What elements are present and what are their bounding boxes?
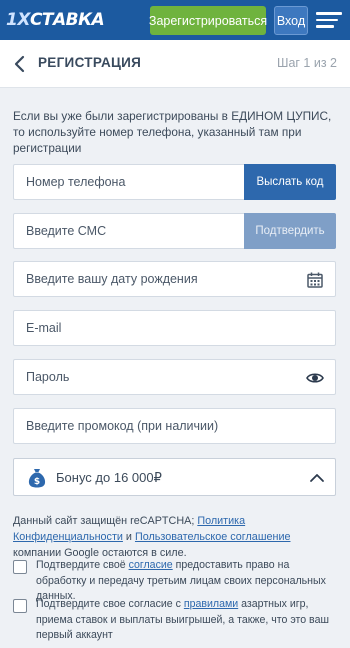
phone-field[interactable]: Номер телефона Выслать код [13, 164, 336, 200]
promo-placeholder: Введите промокод (при наличии) [26, 419, 219, 433]
captcha-text-and: и [122, 531, 135, 543]
show-password-eye-icon[interactable] [306, 369, 324, 387]
phone-placeholder: Номер телефона [26, 175, 126, 189]
consent1-text-before: Подтвердите своё [36, 559, 129, 571]
consent1-link[interactable]: согласие [129, 559, 173, 571]
promo-code-field[interactable]: Введите промокод (при наличии) [13, 408, 336, 444]
hamburger-menu-icon[interactable] [316, 12, 342, 28]
password-placeholder: Пароль [26, 370, 70, 384]
terms-link[interactable]: Пользовательское соглашение [135, 531, 291, 543]
calendar-icon[interactable] [306, 271, 324, 289]
register-button[interactable]: Зарегистрироваться [149, 6, 267, 35]
brand-logo[interactable]: 1X СТАВКА [6, 9, 105, 31]
chevron-up-icon[interactable] [309, 471, 325, 485]
consent2-text-before: Подтвердите свое согласие с [36, 598, 184, 610]
recaptcha-notice: Данный сайт защищён reCAPTCHA; Политика … [13, 513, 338, 561]
sms-field[interactable]: Введите СМС Подтвердить [13, 213, 336, 249]
password-field[interactable]: Пароль [13, 359, 336, 395]
bonus-selector[interactable]: $ Бонус до 16 000₽ [13, 458, 336, 496]
birthdate-field[interactable]: Введите вашу дату рождения [13, 261, 336, 297]
money-bag-icon: $ [28, 469, 46, 488]
consent-personal-data-checkbox[interactable] [13, 560, 27, 574]
info-text: Если вы уже были зарегистрированы в ЕДИН… [13, 109, 332, 155]
email-field[interactable]: E-mail [13, 310, 336, 346]
captcha-text-before: Данный сайт защищён reCAPTCHA; [13, 515, 198, 527]
login-button[interactable]: Вход [274, 6, 308, 35]
step-indicator: Шаг 1 из 2 [276, 56, 337, 70]
logo-prefix: 1X [6, 10, 30, 30]
birthdate-placeholder: Введите вашу дату рождения [26, 272, 198, 286]
confirm-button[interactable]: Подтвердить [244, 213, 336, 249]
send-code-button[interactable]: Выслать код [244, 164, 336, 200]
consent-rules-text: Подтвердите свое согласие с правилами аз… [36, 597, 338, 644]
email-placeholder: E-mail [26, 321, 62, 335]
bonus-label: Бонус до 16 000₽ [56, 470, 162, 485]
page-header: РЕГИСТРАЦИЯ Шаг 1 из 2 [0, 40, 350, 88]
page-title: РЕГИСТРАЦИЯ [38, 55, 142, 70]
sms-placeholder: Введите СМС [26, 224, 107, 238]
consent2-rules-link[interactable]: правилами [184, 598, 238, 610]
top-bar: 1X СТАВКА Зарегистрироваться Вход [0, 0, 350, 40]
svg-text:$: $ [34, 477, 40, 487]
back-arrow-icon[interactable] [12, 54, 28, 74]
consent-rules-checkbox[interactable] [13, 599, 27, 613]
logo-main: СТАВКА [29, 10, 105, 30]
